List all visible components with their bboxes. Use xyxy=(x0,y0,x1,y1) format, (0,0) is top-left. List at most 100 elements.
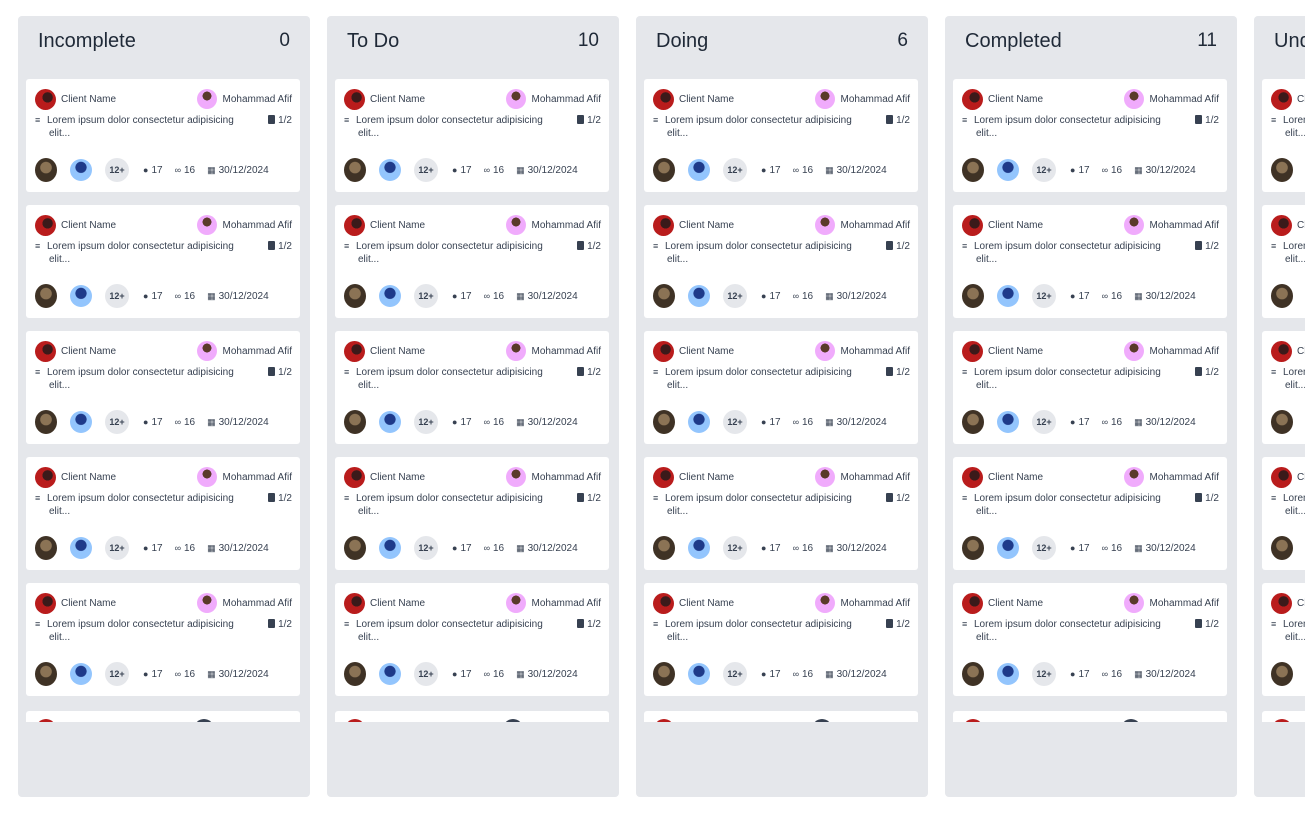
due-date: 30/12/2024 xyxy=(527,290,578,302)
description-continued: elit... xyxy=(49,506,71,517)
task-card[interactable]: Client Name Mohammad Afif ≡Lorem ipsum d… xyxy=(1262,79,1305,192)
task-card[interactable]: Client Name Mohammad Afif ≡Lorem ipsum d… xyxy=(335,79,609,192)
card-list: Client Name Mohammad Afif ≡ Lorem ipsum d… xyxy=(26,79,300,722)
client: Client Name xyxy=(653,214,734,236)
task-card[interactable]: Client Name Mohammad Afif ≡Lorem ipsum d… xyxy=(335,457,609,570)
task-card[interactable]: Client Name Mohammad Afif ≡Lorem ipsum d… xyxy=(953,79,1227,192)
more-members-badge[interactable]: 12+ xyxy=(105,284,129,308)
description-continued: elit... xyxy=(1285,128,1305,139)
task-card[interactable]: Client Name Mohammad Afif ≡Lorem ipsum d… xyxy=(26,457,300,570)
task-card[interactable]: Client Name Mohammad Afif ≡Lorem ipsum d… xyxy=(26,79,300,192)
task-card[interactable] xyxy=(953,711,1227,722)
task-card[interactable]: Client Name Mohammad Afif ≡Lorem ipsum d… xyxy=(335,331,609,444)
member-avatar xyxy=(1271,536,1293,560)
more-members-badge[interactable]: 12+ xyxy=(1032,410,1056,434)
clipboard-icon xyxy=(886,367,894,376)
card-description: ≡ Lorem ipsum dolor consectetur adipisici… xyxy=(1271,240,1305,272)
more-members-badge[interactable]: 12+ xyxy=(414,410,438,434)
task-card[interactable]: Client Name Mohammad Afif ≡Lorem ipsum d… xyxy=(1262,205,1305,318)
more-members-badge[interactable]: 12+ xyxy=(723,284,747,308)
card-footer: 12+ ●17 ∞16 ▦30/12/2024 xyxy=(1271,661,1305,687)
more-members-badge[interactable]: 12+ xyxy=(1032,536,1056,560)
assignee: Mohammad Afif xyxy=(814,593,910,613)
comment-icon: ● xyxy=(761,669,767,679)
description-text: Lorem ipsum dolor consectetur adipisicin… xyxy=(356,115,543,126)
more-members-badge[interactable]: 12+ xyxy=(723,158,747,182)
task-card[interactable]: Client Name Mohammad Afif ≡Lorem ipsum d… xyxy=(644,457,918,570)
column-header: Incomplete 0 xyxy=(38,26,290,56)
clipboard-icon xyxy=(886,115,894,124)
more-members-badge[interactable]: 12+ xyxy=(105,158,129,182)
assignee-avatar xyxy=(503,719,523,722)
layers-icon: ≡ xyxy=(962,493,968,503)
assignee: Mohammad Afif xyxy=(505,341,601,361)
assignee-avatar xyxy=(814,467,835,487)
client-name: Client Name xyxy=(1297,471,1305,483)
more-members-badge[interactable]: 12+ xyxy=(1032,662,1056,686)
due-date: 30/12/2024 xyxy=(1145,290,1196,302)
card-footer: 12+ ●17 ∞16 ▦30/12/2024 xyxy=(962,283,1219,309)
task-card[interactable]: Client Name Mohammad Afif ≡Lorem ipsum d… xyxy=(644,79,918,192)
task-card[interactable]: Client Name Mohammad Afif ≡Lorem ipsum d… xyxy=(953,583,1227,696)
task-card[interactable]: Client Name Mohammad Afif ≡Lorem ipsum d… xyxy=(953,205,1227,318)
assignee-name: Mohammad Afif xyxy=(840,471,910,483)
more-members-badge[interactable]: 12+ xyxy=(105,662,129,686)
task-card[interactable]: Client Name Mohammad Afif ≡Lorem ipsum d… xyxy=(953,457,1227,570)
more-members-badge[interactable]: 12+ xyxy=(1032,158,1056,182)
comment-count: 17 xyxy=(151,542,163,554)
task-card[interactable] xyxy=(644,711,918,722)
task-card[interactable]: Client Name Mohammad Afif ≡Lorem ipsum d… xyxy=(1262,457,1305,570)
task-progress: 1/2 xyxy=(886,618,910,631)
description-text: Lorem ipsum dolor consectetur adipisicin… xyxy=(47,493,234,504)
more-members-badge[interactable]: 12+ xyxy=(105,410,129,434)
task-count: 1/2 xyxy=(896,619,910,630)
description-text: Lorem ipsum dolor consectetur adipisicin… xyxy=(1283,367,1305,378)
task-card[interactable] xyxy=(1262,711,1305,722)
task-card[interactable]: Client Name Mohammad Afif ≡Lorem ipsum d… xyxy=(644,331,918,444)
member-avatar xyxy=(379,159,401,181)
task-card[interactable]: Client Name Mohammad Afif ≡Lorem ipsum d… xyxy=(644,205,918,318)
client: Client Name xyxy=(962,466,1043,488)
attachment-count: 16 xyxy=(1110,542,1123,554)
layers-icon: ≡ xyxy=(962,367,968,377)
more-members-badge[interactable]: 12+ xyxy=(723,662,747,686)
paperclip-icon: ∞ xyxy=(174,165,181,175)
client-name: Client Name xyxy=(988,219,1044,231)
more-members-badge[interactable]: 12+ xyxy=(414,284,438,308)
task-card[interactable]: Client Name Mohammad Afif ≡Lorem ipsum d… xyxy=(335,583,609,696)
task-card[interactable]: Client Name Mohammad Afif ≡Lorem ipsum d… xyxy=(335,205,609,318)
more-members-badge[interactable]: 12+ xyxy=(414,536,438,560)
more-members-badge[interactable]: 12+ xyxy=(414,158,438,182)
clipboard-icon xyxy=(886,619,894,628)
task-card[interactable]: Client Name Mohammad Afif ≡Lorem ipsum d… xyxy=(26,331,300,444)
task-card[interactable] xyxy=(26,711,300,722)
task-card[interactable]: Client Name Mohammad Afif ≡Lorem ipsum d… xyxy=(1262,331,1305,444)
comment-icon: ● xyxy=(761,417,767,427)
more-members-badge[interactable]: 12+ xyxy=(414,662,438,686)
task-card[interactable]: Client Name Mohammad Afif ≡Lorem ipsum d… xyxy=(644,583,918,696)
comment-icon: ● xyxy=(761,543,767,553)
task-card[interactable] xyxy=(335,711,609,722)
task-card[interactable]: Client Name Mohammad Afif ≡Lorem ipsum d… xyxy=(26,583,300,696)
task-card[interactable]: Client Name Mohammad Afif ≡Lorem ipsum d… xyxy=(1262,583,1305,696)
task-card[interactable]: Client Name Mohammad Afif ≡Lorem ipsum d… xyxy=(26,205,300,318)
task-card[interactable]: Client Name Mohammad Afif ≡Lorem ipsum d… xyxy=(953,331,1227,444)
client-avatar xyxy=(35,214,56,236)
assignee-name: Mohammad Afif xyxy=(222,93,292,105)
card-description: ≡ Lorem ipsum dolor consectetur adipisici… xyxy=(344,366,601,398)
attachment-count: 16 xyxy=(1110,416,1123,428)
member-avatar xyxy=(997,537,1019,559)
member-avatar xyxy=(1271,410,1293,434)
card-footer: 12+ ●17 ∞16 ▦30/12/2024 xyxy=(653,283,910,309)
calendar-icon: ▦ xyxy=(516,164,525,175)
task-progress: 1/2 xyxy=(268,618,292,631)
assignee: Mohammad Afif xyxy=(196,341,292,361)
card-footer: 12+ ●17 ∞16 ▦30/12/2024 xyxy=(962,409,1219,435)
paperclip-icon: ∞ xyxy=(1101,417,1108,427)
more-members-badge[interactable]: 12+ xyxy=(723,536,747,560)
more-members-badge[interactable]: 12+ xyxy=(105,536,129,560)
task-progress: 1/2 xyxy=(886,240,910,253)
comment-count: 17 xyxy=(460,416,472,428)
more-members-badge[interactable]: 12+ xyxy=(723,410,747,434)
more-members-badge[interactable]: 12+ xyxy=(1032,284,1056,308)
